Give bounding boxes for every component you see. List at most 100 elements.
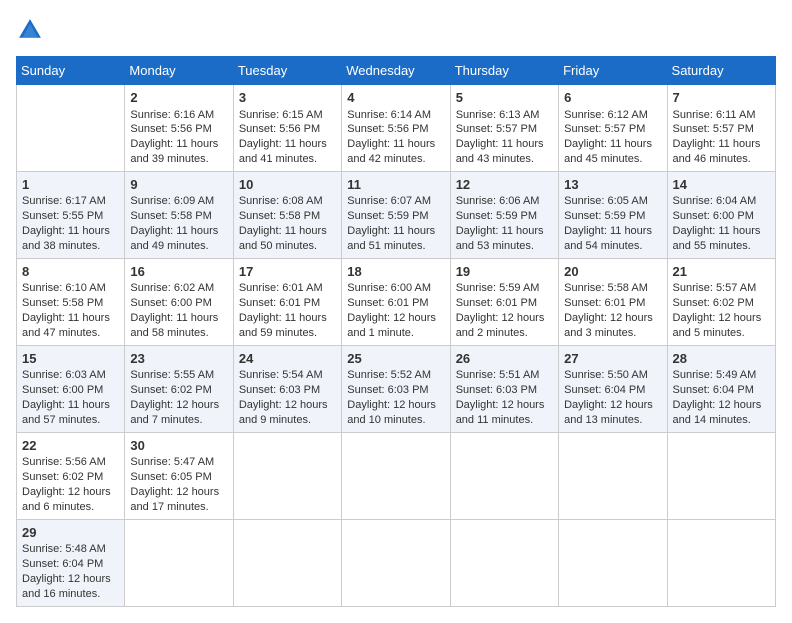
day-info: Sunrise: 6:15 AM	[239, 108, 336, 123]
calendar-header-row: SundayMondayTuesdayWednesdayThursdayFrid…	[17, 57, 776, 85]
day-number: 9	[130, 176, 227, 194]
day-info: Sunrise: 6:07 AM	[347, 194, 444, 209]
day-number: 10	[239, 176, 336, 194]
day-info: Sunrise: 6:09 AM	[130, 194, 227, 209]
calendar-cell: 12Sunrise: 6:06 AMSunset: 5:59 PMDayligh…	[450, 171, 558, 258]
calendar-cell	[559, 519, 667, 606]
day-number: 7	[673, 89, 770, 107]
calendar-cell	[450, 432, 558, 519]
day-header-tuesday: Tuesday	[233, 57, 341, 85]
day-number: 30	[130, 437, 227, 455]
day-number: 11	[347, 176, 444, 194]
day-info: Daylight: 12 hours and 16 minutes.	[22, 572, 119, 602]
day-info: Sunset: 6:00 PM	[130, 296, 227, 311]
calendar-cell: 30Sunrise: 5:47 AMSunset: 6:05 PMDayligh…	[125, 432, 233, 519]
day-info: Sunset: 5:59 PM	[347, 209, 444, 224]
calendar-cell	[342, 432, 450, 519]
day-info: Sunrise: 6:01 AM	[239, 281, 336, 296]
day-info: Sunset: 6:01 PM	[239, 296, 336, 311]
day-info: Sunset: 5:58 PM	[239, 209, 336, 224]
day-header-thursday: Thursday	[450, 57, 558, 85]
calendar-cell: 6Sunrise: 6:12 AMSunset: 5:57 PMDaylight…	[559, 85, 667, 172]
day-info: Sunset: 5:56 PM	[239, 122, 336, 137]
day-info: Daylight: 12 hours and 9 minutes.	[239, 398, 336, 428]
day-info: Sunset: 6:02 PM	[130, 383, 227, 398]
calendar-cell: 21Sunrise: 5:57 AMSunset: 6:02 PMDayligh…	[667, 258, 775, 345]
day-number: 20	[564, 263, 661, 281]
day-info: Daylight: 12 hours and 17 minutes.	[130, 485, 227, 515]
day-info: Daylight: 11 hours and 58 minutes.	[130, 311, 227, 341]
day-number: 5	[456, 89, 553, 107]
day-info: Sunset: 6:03 PM	[239, 383, 336, 398]
day-info: Sunrise: 5:59 AM	[456, 281, 553, 296]
day-info: Sunrise: 6:06 AM	[456, 194, 553, 209]
day-info: Sunset: 5:59 PM	[456, 209, 553, 224]
day-info: Sunrise: 6:00 AM	[347, 281, 444, 296]
day-info: Sunset: 5:57 PM	[456, 122, 553, 137]
calendar-cell: 9Sunrise: 6:09 AMSunset: 5:58 PMDaylight…	[125, 171, 233, 258]
day-info: Sunrise: 5:55 AM	[130, 368, 227, 383]
day-info: Daylight: 11 hours and 43 minutes.	[456, 137, 553, 167]
calendar-cell	[667, 432, 775, 519]
calendar-week-row: 15Sunrise: 6:03 AMSunset: 6:00 PMDayligh…	[17, 345, 776, 432]
calendar-cell: 10Sunrise: 6:08 AMSunset: 5:58 PMDayligh…	[233, 171, 341, 258]
day-number: 17	[239, 263, 336, 281]
day-info: Sunrise: 6:17 AM	[22, 194, 119, 209]
day-info: Sunrise: 6:14 AM	[347, 108, 444, 123]
day-info: Sunrise: 5:47 AM	[130, 455, 227, 470]
day-info: Sunset: 5:58 PM	[22, 296, 119, 311]
day-info: Sunrise: 6:02 AM	[130, 281, 227, 296]
day-info: Sunrise: 5:58 AM	[564, 281, 661, 296]
day-header-monday: Monday	[125, 57, 233, 85]
day-info: Daylight: 12 hours and 7 minutes.	[130, 398, 227, 428]
day-info: Sunrise: 6:08 AM	[239, 194, 336, 209]
day-info: Sunset: 5:55 PM	[22, 209, 119, 224]
day-header-wednesday: Wednesday	[342, 57, 450, 85]
day-info: Sunset: 6:04 PM	[22, 557, 119, 572]
day-info: Sunrise: 6:05 AM	[564, 194, 661, 209]
day-info: Sunrise: 5:56 AM	[22, 455, 119, 470]
day-info: Daylight: 11 hours and 50 minutes.	[239, 224, 336, 254]
day-info: Daylight: 11 hours and 51 minutes.	[347, 224, 444, 254]
calendar-cell	[233, 432, 341, 519]
calendar-cell	[450, 519, 558, 606]
day-info: Daylight: 11 hours and 39 minutes.	[130, 137, 227, 167]
day-number: 8	[22, 263, 119, 281]
day-info: Sunset: 6:00 PM	[22, 383, 119, 398]
day-info: Daylight: 11 hours and 59 minutes.	[239, 311, 336, 341]
calendar-cell: 24Sunrise: 5:54 AMSunset: 6:03 PMDayligh…	[233, 345, 341, 432]
day-info: Daylight: 12 hours and 2 minutes.	[456, 311, 553, 341]
day-number: 1	[22, 176, 119, 194]
day-info: Sunset: 5:57 PM	[564, 122, 661, 137]
day-info: Sunrise: 5:49 AM	[673, 368, 770, 383]
calendar-cell: 8Sunrise: 6:10 AMSunset: 5:58 PMDaylight…	[17, 258, 125, 345]
day-number: 14	[673, 176, 770, 194]
day-info: Sunset: 6:03 PM	[347, 383, 444, 398]
day-info: Sunrise: 6:12 AM	[564, 108, 661, 123]
day-number: 24	[239, 350, 336, 368]
day-info: Daylight: 11 hours and 54 minutes.	[564, 224, 661, 254]
day-number: 16	[130, 263, 227, 281]
day-header-saturday: Saturday	[667, 57, 775, 85]
day-header-friday: Friday	[559, 57, 667, 85]
calendar-week-row: 8Sunrise: 6:10 AMSunset: 5:58 PM Daylight…	[17, 258, 776, 345]
day-info: Daylight: 12 hours and 13 minutes.	[564, 398, 661, 428]
day-number: 26	[456, 350, 553, 368]
day-info: Sunrise: 6:13 AM	[456, 108, 553, 123]
calendar-cell	[125, 519, 233, 606]
day-info: Sunset: 5:57 PM	[673, 122, 770, 137]
day-info: Sunrise: 6:11 AM	[673, 108, 770, 123]
calendar-cell: 20Sunrise: 5:58 AMSunset: 6:01 PMDayligh…	[559, 258, 667, 345]
calendar-cell: 22Sunrise: 5:56 AMSunset: 6:02 PMDayligh…	[17, 432, 125, 519]
day-header-sunday: Sunday	[17, 57, 125, 85]
day-info: Sunrise: 5:51 AM	[456, 368, 553, 383]
calendar-cell: 3Sunrise: 6:15 AMSunset: 5:56 PMDaylight…	[233, 85, 341, 172]
day-info: Sunset: 6:02 PM	[673, 296, 770, 311]
day-info: Sunrise: 5:52 AM	[347, 368, 444, 383]
day-info: Sunrise: 6:10 AM	[22, 281, 119, 296]
day-info: Daylight: 11 hours and 38 minutes.	[22, 224, 119, 254]
day-info: Sunset: 6:04 PM	[673, 383, 770, 398]
day-number: 28	[673, 350, 770, 368]
day-info: Sunrise: 5:50 AM	[564, 368, 661, 383]
calendar-cell: 28Sunrise: 5:49 AMSunset: 6:04 PMDayligh…	[667, 345, 775, 432]
